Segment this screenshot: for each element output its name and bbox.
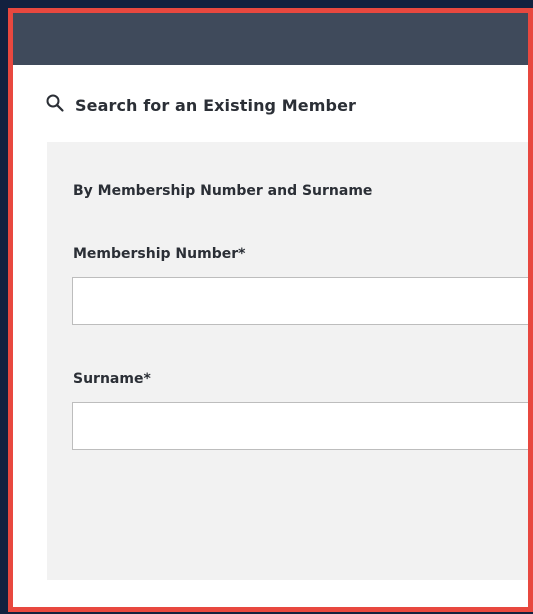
top-bar — [13, 13, 528, 65]
search-icon — [45, 93, 65, 117]
search-heading: Search for an Existing Member — [45, 93, 356, 117]
surname-input[interactable] — [72, 402, 528, 450]
section-title: By Membership Number and Surname — [73, 183, 373, 199]
membership-number-label: Membership Number* — [73, 246, 246, 262]
search-form-panel: By Membership Number and Surname Members… — [47, 142, 528, 580]
membership-number-input[interactable] — [72, 277, 528, 325]
highlight-frame: Search for an Existing Member By Members… — [8, 8, 533, 612]
surname-label: Surname* — [73, 371, 151, 387]
search-heading-text: Search for an Existing Member — [75, 95, 357, 115]
